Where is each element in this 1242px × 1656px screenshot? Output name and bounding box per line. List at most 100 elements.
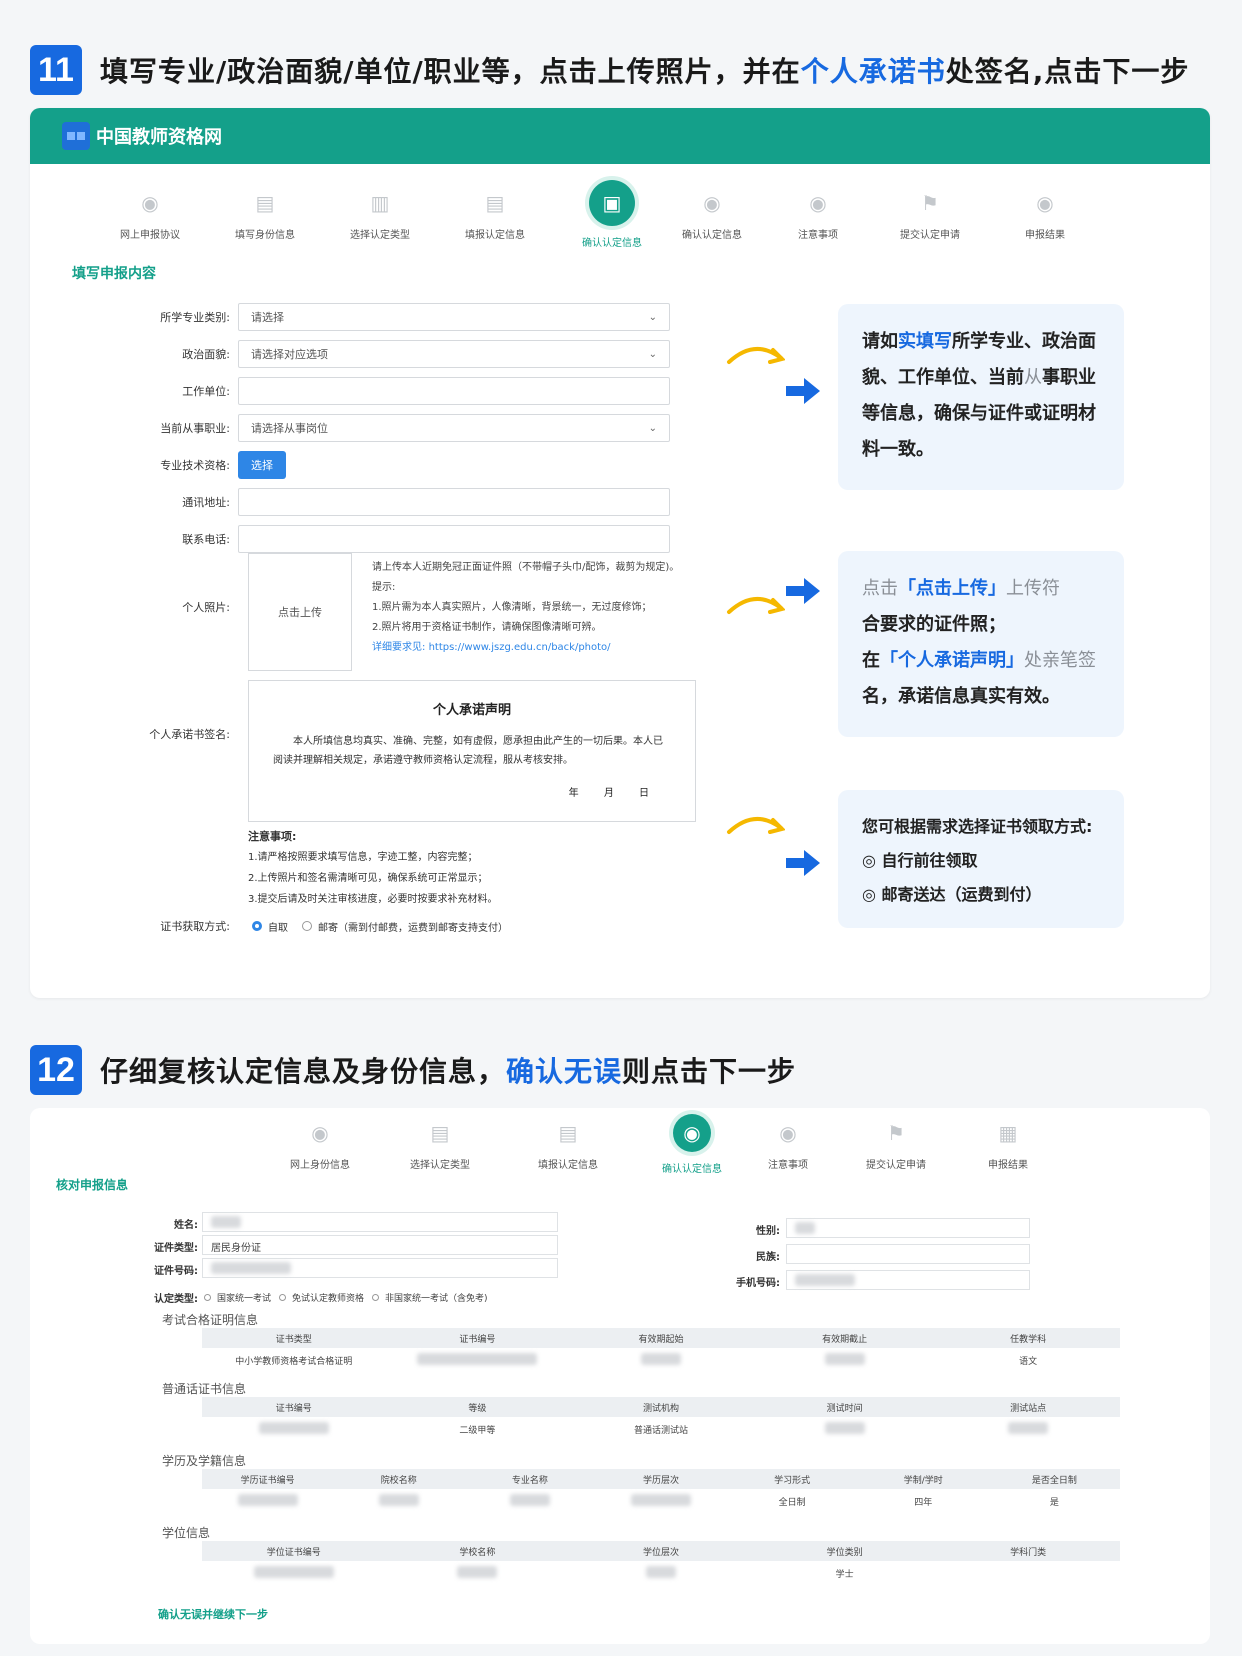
step-11-heading: 11 填写专业/政治面貌/单位/职业等，点击上传照片，并在个人承诺书处签名,点击…: [30, 45, 1189, 95]
flag-icon: ⚑: [887, 1121, 905, 1145]
photo-tips: 请上传本人近期免冠正面证件照（不带帽子头巾/配饰，裁剪为规定)。 提示: 1.照…: [372, 558, 752, 658]
radio-non-national[interactable]: [372, 1294, 380, 1301]
radio-exempt[interactable]: [279, 1294, 287, 1301]
review-panel: ◉ 网上身份信息 ▤ 选择认定类型 ▤ 填报认定信息 ◉ 确认认定信息 ◉ 注意事项 ⚑ 提…: [30, 1108, 1210, 1644]
arrow-right-icon: [786, 578, 820, 604]
eye-icon: ◉: [141, 191, 159, 215]
radio-self-pickup[interactable]: [252, 921, 262, 931]
photo-requirements-link[interactable]: 详细要求见: https://www.jszg.edu.cn/back/phot…: [372, 638, 752, 658]
ethnic-field: [786, 1244, 1030, 1264]
job-select[interactable]: 请选择从事岗位 ⌄: [238, 414, 670, 442]
eye-icon: ◉: [703, 191, 721, 215]
site-title: 中国教师资格网: [96, 127, 222, 148]
radio-icon: ◎: [862, 885, 882, 904]
curved-arrow-icon: [727, 597, 785, 614]
work-row: 工作单位:: [130, 377, 670, 405]
id-type-field: 居民身份证: [202, 1235, 558, 1255]
callout-upload-sign: 点击「点击上传」上传符 合要求的证件照； 在「个人承诺声明」处亲笔签 名，承诺信息真实…: [838, 551, 1124, 737]
tech-row: 专业技术资格: 选择: [130, 451, 286, 479]
politics-select[interactable]: 请选择对应选项 ⌄: [238, 340, 670, 368]
exam-table: 证书类型 证书编号 有效期起始 有效期截止 任教学科 中小学教师资格考试合格证明 语文: [202, 1328, 1120, 1372]
chevron-down-icon: ⌄: [648, 422, 657, 434]
flag-icon: ⚑: [921, 191, 939, 215]
pth-section-title: 普通话证书信息: [162, 1382, 247, 1396]
application-form-panel: 中国教师资格网 ◉ 网上申报协议 ▤ 填写身份信息 ▥ 选择认定类型 ▤ 填报认定信息 …: [30, 108, 1210, 998]
id-number-field: [202, 1258, 558, 1278]
step-item: ◉ 注意事项: [728, 1118, 848, 1171]
step-item: ◉ 网上申报协议: [90, 188, 210, 241]
step-item: ◉ 网上身份信息: [260, 1118, 380, 1171]
eye-icon: ◉: [809, 191, 827, 215]
job-row: 当前从事职业: 请选择从事岗位 ⌄: [130, 414, 670, 442]
step-item: ◉ 注意事项: [758, 188, 878, 241]
pledge-date: 年 月 日: [568, 788, 649, 799]
step-instruction: 填写专业/政治面貌/单位/职业等，点击上传照片，并在个人承诺书处签名,点击下一步: [100, 55, 1190, 88]
exam-section-title: 考试合格证明信息: [162, 1313, 259, 1327]
gender-field: [786, 1218, 1030, 1238]
eye-icon: ◉: [311, 1121, 329, 1145]
edu-section-title: 学历及学籍信息: [162, 1454, 247, 1468]
step-12-heading: 12 仔细复核认定信息及身份信息，确认无误则点击下一步: [30, 1045, 796, 1095]
step-item: ▤ 选择认定类型: [380, 1118, 500, 1171]
step-item: ⚑ 提交认定申请: [870, 188, 990, 241]
mobile-field: [786, 1270, 1030, 1290]
pledge-body: 本人所填信息均真实、准确、完整，如有虚假，愿承担由此产生的一切后果。本人已阅读并…: [273, 736, 663, 766]
building-icon: ▥: [370, 191, 390, 215]
step-item: ▥ 选择认定类型: [320, 188, 440, 241]
curved-arrow-icon: [727, 817, 785, 834]
chevron-down-icon: ⌄: [648, 348, 657, 360]
pledge-signature-box[interactable]: 个人承诺声明 本人所填信息均真实、准确、完整，如有虚假，愿承担由此产生的一切后果…: [248, 680, 696, 822]
curved-arrow-icon: [727, 347, 785, 364]
step-item: ▤ 填报认定信息: [435, 188, 555, 241]
phone-input[interactable]: [238, 525, 670, 553]
step-item: ◉ 确认认定信息: [652, 188, 772, 241]
confirm-next-button[interactable]: 确认无误并继续下一步: [158, 1606, 268, 1622]
step-item: ▦ 申报结果: [948, 1118, 1068, 1171]
name-field: [202, 1212, 558, 1232]
cert-type-row: 认定类型: 国家统一考试 免试认定教师资格 非国家统一考试（含免考): [154, 1294, 488, 1305]
form-icon: ▤: [558, 1121, 578, 1145]
section-title: 填写申报内容: [72, 266, 156, 282]
pth-table: 证书编号 等级 测试机构 测试时间 测试站点 二级甲等 普通话测试站: [202, 1397, 1120, 1441]
table-row: 中小学教师资格考试合格证明 语文: [202, 1348, 1120, 1372]
radio-icon: ◎: [862, 851, 882, 870]
step-item: ▤ 填写身份信息: [205, 188, 325, 241]
politics-row: 政治面貌: 请选择对应选项 ⌄: [130, 340, 670, 368]
step-item: ⚑ 提交认定申请: [836, 1118, 956, 1171]
upload-photo-button[interactable]: 点击上传: [248, 553, 352, 671]
form-icon: ▤: [485, 191, 505, 215]
step-instruction: 仔细复核认定信息及身份信息，确认无误则点击下一步: [100, 1055, 797, 1088]
phone-row: 联系电话:: [130, 525, 670, 553]
degree-section-title: 学位信息: [162, 1526, 211, 1540]
eye-icon: ◉: [1036, 191, 1054, 215]
callout-fill-info: 请如实填写所学专业、政治面貌、工作单位、当前从事职业等信息，确保与证件或证明材料…: [838, 304, 1124, 490]
site-logo-icon: [62, 122, 90, 150]
edu-table: 学历证书编号 院校名称 专业名称 学历层次 学习形式 学制/学时 是否全日制 全日制 四年是: [202, 1469, 1120, 1513]
photo-label: 个人照片:: [182, 601, 230, 614]
result-icon: ▦: [998, 1121, 1018, 1145]
pledge-label: 个人承诺书签名:: [149, 728, 230, 741]
arrow-right-icon: [786, 378, 820, 404]
major-select[interactable]: 请选择 ⌄: [238, 303, 670, 331]
notes: 注意事项: 1.请严格按照要求填写信息，字迹工整，内容完整； 2.上传照片和签名…: [248, 830, 498, 905]
degree-table: 学位证书编号 学校名称 学位层次 学位类别 学科门类 学士: [202, 1541, 1120, 1585]
doc-icon: ▣: [589, 180, 635, 226]
form-icon: ▤: [255, 191, 275, 215]
radio-mail[interactable]: [302, 921, 312, 931]
work-unit-input[interactable]: [238, 377, 670, 405]
progress-steps: ◉ 网上申报协议 ▤ 填写身份信息 ▥ 选择认定类型 ▤ 填报认定信息 ▣ 确认认定信息 …: [30, 180, 1210, 258]
table-row: 全日制 四年是: [202, 1489, 1120, 1513]
eye-icon: ◉: [779, 1121, 797, 1145]
address-input[interactable]: [238, 488, 670, 516]
eye-icon: ◉: [673, 1114, 711, 1152]
form-icon: ▤: [430, 1121, 450, 1145]
address-row: 通讯地址:: [130, 488, 670, 516]
radio-national-exam[interactable]: [204, 1294, 211, 1301]
step-number: 11: [30, 45, 82, 95]
chevron-down-icon: ⌄: [648, 311, 657, 323]
table-row: 二级甲等 普通话测试站: [202, 1417, 1120, 1441]
arrow-right-icon: [786, 850, 820, 876]
select-tech-button[interactable]: 选择: [238, 451, 286, 479]
site-header: 中国教师资格网: [30, 108, 1210, 164]
step-number: 12: [30, 1045, 82, 1095]
